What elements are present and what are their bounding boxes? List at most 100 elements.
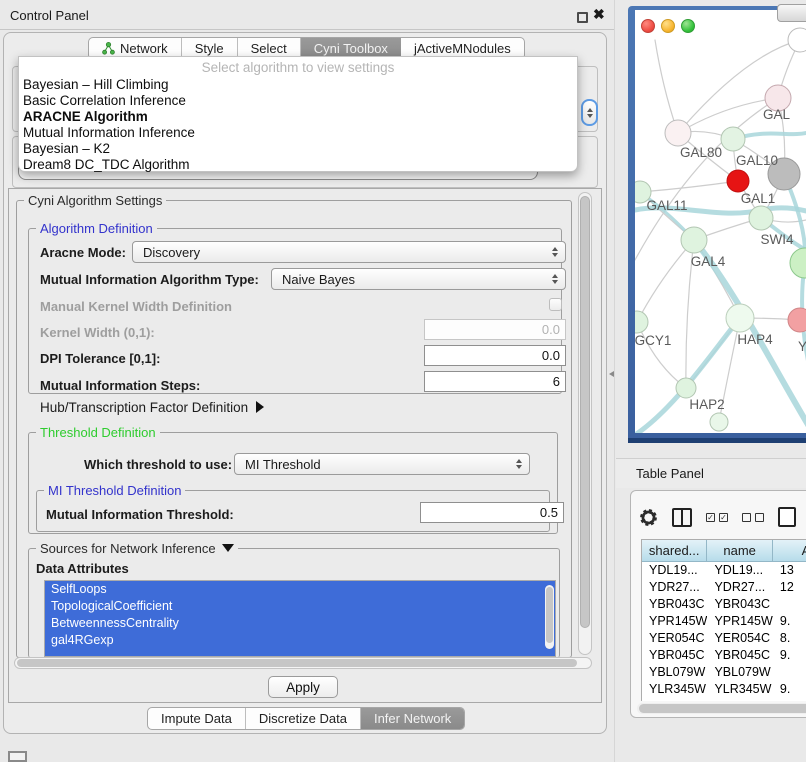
list-item[interactable]: SelfLoops xyxy=(45,581,555,598)
aracne-mode-label: Aracne Mode: xyxy=(40,245,126,260)
horizontal-scrollbar-thumb[interactable] xyxy=(17,659,577,667)
close-panel-icon[interactable]: ✖ xyxy=(593,6,605,23)
network-icon xyxy=(102,42,115,55)
algorithm-option[interactable]: Basic Correlation Inference xyxy=(19,93,577,109)
aracne-mode-combo[interactable]: Discovery xyxy=(132,241,566,263)
table-cell: 8. xyxy=(773,630,806,647)
node-table: shared... name A YDL19...YDL19...13YDR27… xyxy=(641,539,806,701)
tab-label: Network xyxy=(120,41,168,56)
table-row[interactable]: YDL19...YDL19...13 xyxy=(642,562,806,579)
network-edge[interactable] xyxy=(655,40,678,133)
table-row[interactable]: YDR27...YDR27...12 xyxy=(642,579,806,596)
network-node-gal10[interactable] xyxy=(721,127,745,151)
table-row[interactable]: YBR045CYBR045C9. xyxy=(642,647,806,664)
window-close-icon[interactable] xyxy=(641,19,655,33)
table-cell: YBR043C xyxy=(707,596,772,613)
algorithm-dropdown-popup: Select algorithm to view settings Bayesi… xyxy=(18,56,578,172)
algorithm-option[interactable]: Bayesian – Hill Climbing xyxy=(19,77,577,93)
select-all-icon[interactable]: ✓✓ xyxy=(706,513,728,522)
mi-threshold-label: Mutual Information Threshold: xyxy=(46,507,234,522)
algorithm-option[interactable]: Mutual Information Inference xyxy=(19,125,577,141)
split-columns-icon[interactable] xyxy=(672,508,692,527)
column-header[interactable]: name xyxy=(707,540,772,562)
table-icon[interactable] xyxy=(778,507,796,527)
table-cell: YDR27... xyxy=(707,579,772,596)
control-panel-titlebar xyxy=(0,0,614,30)
table-row[interactable]: YBL079WYBL079W xyxy=(642,664,806,681)
list-item[interactable]: BetweennessCentrality xyxy=(45,615,555,632)
list-item[interactable]: gal4RGexp xyxy=(45,632,555,649)
network-node-bottom-node[interactable] xyxy=(710,413,728,431)
table-cell: YPR145W xyxy=(642,613,707,630)
dpi-tolerance-label: DPI Tolerance [0,1]: xyxy=(40,351,160,366)
cyni-bottom-tabs: Impute Data Discretize Data Infer Networ… xyxy=(147,707,465,730)
table-row[interactable]: YIL052CYIL052C9 xyxy=(642,698,806,701)
network-canvas[interactable]: GALGAL80GAL10GAL1GAL11SWI4GAL4GCY1HAP4YH… xyxy=(635,10,806,433)
hub-definition-toggle[interactable]: Hub/Transcription Factor Definition xyxy=(40,400,264,415)
algorithm-option-selected[interactable]: ARACNE Algorithm xyxy=(19,109,577,125)
sources-toggle[interactable]: Sources for Network Inference xyxy=(36,541,238,556)
kernel-width-field[interactable]: 0.0 xyxy=(424,319,566,340)
network-node-gal1[interactable] xyxy=(749,206,773,230)
node-label: HAP4 xyxy=(737,332,773,347)
table-scrollbar-thumb[interactable] xyxy=(639,704,806,713)
network-edge[interactable] xyxy=(637,322,686,388)
tab-discretize-data[interactable]: Discretize Data xyxy=(246,708,361,729)
settings-horizontal-scrollbar xyxy=(14,657,592,669)
dpi-tolerance-field[interactable]: 0.0 xyxy=(424,345,566,366)
network-node-salmon-node[interactable] xyxy=(788,308,806,332)
algorithm-option[interactable]: Bayesian – K2 xyxy=(19,141,577,157)
kernel-width-label: Kernel Width (0,1): xyxy=(40,325,155,340)
float-panel-icon[interactable] xyxy=(577,12,588,23)
select-none-icon[interactable] xyxy=(742,513,764,522)
tab-infer-network[interactable]: Infer Network xyxy=(361,708,464,729)
tab-impute-data[interactable]: Impute Data xyxy=(148,708,246,729)
algorithm-option[interactable]: Dream8 DC_TDC Algorithm xyxy=(19,157,577,173)
mi-steps-field[interactable]: 6 xyxy=(424,371,566,392)
combo-value: MI Threshold xyxy=(245,457,321,472)
node-label: GAL80 xyxy=(680,145,722,160)
list-item[interactable]: TopologicalCoefficient xyxy=(45,598,555,615)
window-frame-bottom xyxy=(628,438,806,443)
node-label: GAL11 xyxy=(646,198,687,213)
network-node-gal4[interactable] xyxy=(681,227,707,253)
panel-divider xyxy=(614,0,615,762)
window-minimize-icon[interactable] xyxy=(661,19,675,33)
network-node-top-outline[interactable] xyxy=(788,28,806,52)
network-node-hap2[interactable] xyxy=(676,378,696,398)
splitter-collapse-handle[interactable] xyxy=(608,369,616,379)
apply-button[interactable]: Apply xyxy=(268,676,338,698)
minimized-panel-icon[interactable] xyxy=(8,751,27,762)
gear-icon[interactable] xyxy=(639,508,658,527)
table-row[interactable]: YPR145WYPR145W9. xyxy=(642,613,806,630)
column-header[interactable]: A xyxy=(773,540,806,562)
mi-threshold-field[interactable]: 0.5 xyxy=(420,502,564,523)
stepper-up-icon xyxy=(587,108,593,112)
network-view-window: GALGAL80GAL10GAL1GAL11SWI4GAL4GCY1HAP4YH… xyxy=(628,6,806,443)
mi-type-combo[interactable]: Naive Bayes xyxy=(271,268,566,290)
network-node-hap4[interactable] xyxy=(726,304,754,332)
column-header[interactable]: shared... xyxy=(642,540,707,562)
table-row[interactable]: YBR043CYBR043C xyxy=(642,596,806,613)
vertical-scrollbar-thumb[interactable] xyxy=(580,196,590,628)
data-attributes-label: Data Attributes xyxy=(36,561,129,576)
collapsed-arrow-icon xyxy=(256,401,264,413)
table-cell: YER054C xyxy=(707,630,772,647)
table-cell: YBR043C xyxy=(642,596,707,613)
window-zoom-icon[interactable] xyxy=(681,19,695,33)
network-edge[interactable] xyxy=(640,181,738,192)
which-threshold-combo[interactable]: MI Threshold xyxy=(234,453,530,475)
network-node-swi4[interactable] xyxy=(790,248,806,278)
manual-kernel-checkbox[interactable] xyxy=(549,298,562,311)
network-node-red-node[interactable] xyxy=(727,170,749,192)
group-title: Algorithm Definition xyxy=(36,221,157,236)
list-scrollbar-thumb[interactable] xyxy=(546,587,553,643)
table-cell: 9. xyxy=(773,647,806,664)
table-row[interactable]: YER054CYER054C8. xyxy=(642,630,806,647)
table-row[interactable]: YLR345WYLR345W9. xyxy=(642,681,806,698)
network-node-gal80[interactable] xyxy=(665,120,691,146)
algorithm-combo-stepper[interactable] xyxy=(581,99,598,126)
table-cell: YIL052C xyxy=(707,698,772,701)
network-edge[interactable] xyxy=(637,240,694,322)
network-node-gcy1[interactable] xyxy=(635,311,648,333)
